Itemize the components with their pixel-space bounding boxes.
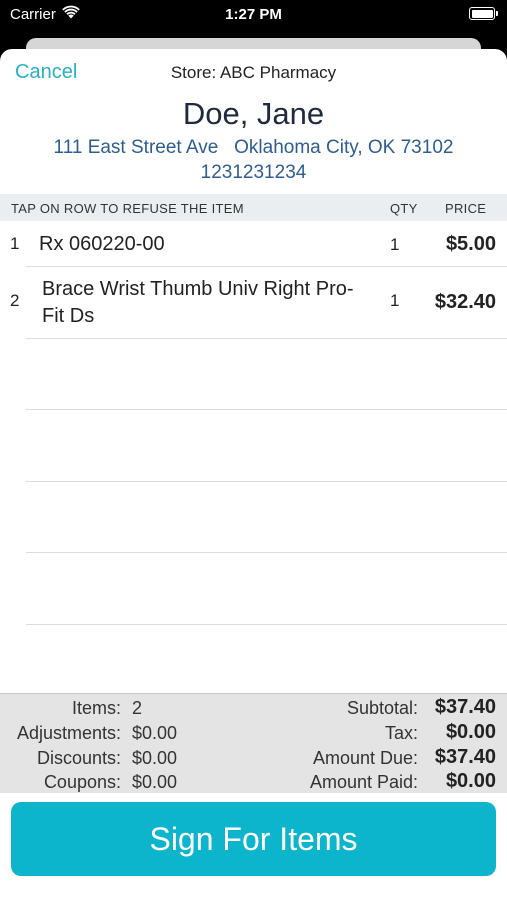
tax-label: Tax: [384, 723, 418, 743]
amount-due-value: $37.40 [434, 746, 496, 768]
sign-for-items-button[interactable]: Sign For Items [11, 802, 496, 876]
adjustments-value: $0.00 [132, 723, 178, 743]
screen: Carrier 1:27 PM Cancel Store: ABC Pharma… [0, 0, 507, 900]
row-divider [26, 624, 507, 625]
discounts-label: Discounts: [36, 748, 121, 768]
totals-panel: Items: 2 Adjustments: $0.00 Discounts: $… [0, 693, 507, 793]
price-column-header: PRICE [445, 201, 487, 216]
table-row[interactable]: 1 Rx 060220-00 1 $5.00 [0, 221, 507, 267]
amount-paid-label: Amount Paid: [309, 772, 418, 792]
customer-name: Doe, Jane [182, 96, 325, 131]
coupons-label: Coupons: [43, 772, 121, 792]
table-row[interactable]: 2 Brace Wrist Thumb Univ Right Pro-Fit D… [0, 267, 507, 339]
coupons-value: $0.00 [132, 772, 178, 792]
row-qty: 1 [390, 291, 400, 310]
row-price: $5.00 [445, 233, 496, 255]
items-count-label: Items: [71, 698, 121, 718]
row-divider [26, 481, 507, 482]
items-list: 1 Rx 060220-00 1 $5.00 2 Brace Wrist Thu… [0, 221, 507, 693]
row-divider [26, 552, 507, 553]
amount-due-label: Amount Due: [312, 748, 418, 768]
row-description: Brace Wrist Thumb Univ Right Pro-Fit Ds [42, 278, 354, 327]
row-divider [26, 409, 507, 410]
refuse-instruction: TAP ON ROW TO REFUSE THE ITEM [11, 201, 244, 216]
status-time: 1:27 PM [225, 6, 282, 23]
row-divider [26, 338, 507, 339]
row-qty: 1 [390, 235, 400, 254]
row-price: $32.40 [434, 291, 496, 313]
subtotal-value: $37.40 [434, 696, 496, 718]
checkout-sheet: Cancel Store: ABC Pharmacy Doe, Jane 111… [0, 49, 507, 900]
battery-icon [469, 7, 498, 20]
items-count-value: 2 [132, 698, 143, 718]
customer-phone: 1231231234 [200, 162, 307, 183]
subtotal-label: Subtotal: [346, 698, 418, 718]
adjustments-label: Adjustments: [16, 723, 121, 743]
qty-column-header: QTY [390, 201, 418, 216]
customer-address: 111 East Street Ave Oklahoma City, OK 73… [53, 137, 454, 158]
row-number: 2 [10, 291, 20, 310]
items-table-header: TAP ON ROW TO REFUSE THE ITEM QTY PRICE [0, 194, 507, 221]
tax-value: $0.00 [445, 721, 496, 743]
amount-paid-value: $0.00 [445, 770, 496, 792]
discounts-value: $0.00 [132, 748, 178, 768]
store-label: Store: ABC Pharmacy [170, 63, 337, 82]
status-bar: Carrier 1:27 PM [0, 0, 507, 30]
row-number: 1 [10, 234, 20, 253]
row-description: Rx 060220-00 [39, 233, 165, 255]
